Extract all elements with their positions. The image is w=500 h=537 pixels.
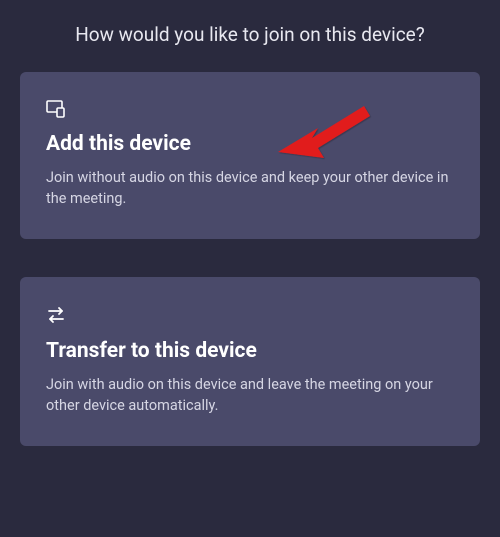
transfer-icon [46, 305, 454, 329]
option-title: Add this device [46, 132, 454, 157]
option-add-this-device[interactable]: Add this device Join without audio on th… [20, 72, 480, 239]
option-title: Transfer to this device [46, 339, 454, 364]
option-transfer-to-this-device[interactable]: Transfer to this device Join with audio … [20, 277, 480, 446]
add-device-icon [46, 100, 454, 122]
join-device-dialog: How would you like to join on this devic… [0, 0, 500, 446]
option-description: Join without audio on this device and ke… [46, 167, 454, 209]
dialog-heading: How would you like to join on this devic… [20, 0, 480, 72]
option-description: Join with audio on this device and leave… [46, 374, 454, 416]
